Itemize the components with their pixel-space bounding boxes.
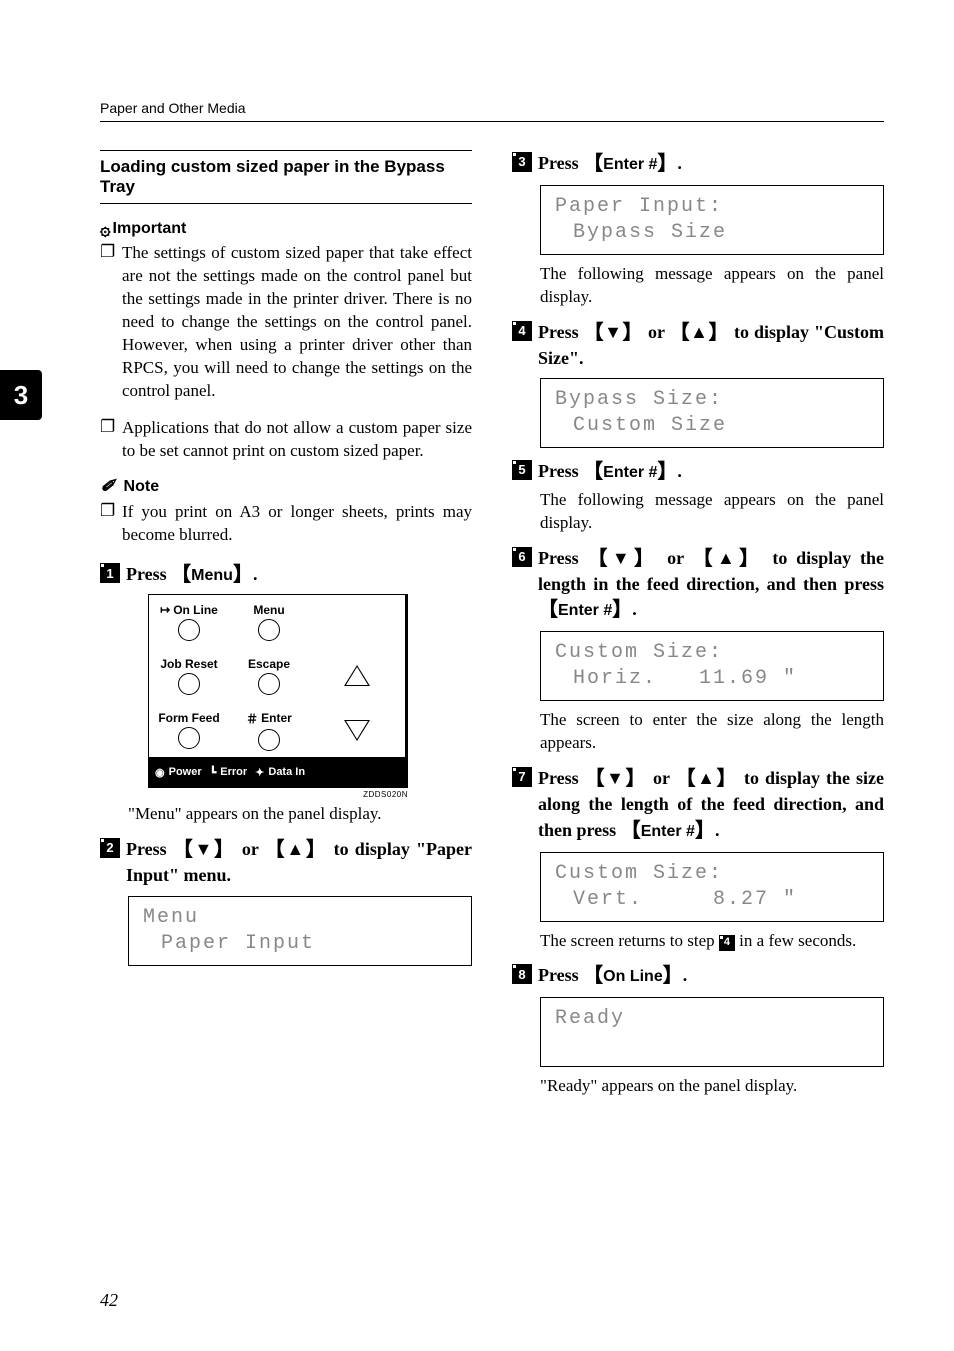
chapter-tab: 3 <box>0 370 42 420</box>
step-1: 1 Press 【Menu】. ↦On Line Menu Job Reset … <box>100 561 472 826</box>
note-label-text: Note <box>124 478 160 496</box>
datain-label: Data In <box>268 766 305 778</box>
online-arrow-icon: ↦ <box>160 603 170 617</box>
hash-icon: ＃ <box>246 710 258 727</box>
lcd-display: Custom Size: Horiz. 11.69 " <box>540 631 884 701</box>
step-number-2: 2 <box>100 838 120 858</box>
important-bullet-1: ❐ The settings of custom sized paper tha… <box>100 242 472 403</box>
up-arrow-icon: ▲ <box>717 548 739 568</box>
lcd-display: Bypass Size: Custom Size <box>540 378 884 448</box>
down-button[interactable] <box>346 721 368 739</box>
step-7-body: The screen returns to step 4 in a few se… <box>540 930 884 953</box>
bullet-icon: ❐ <box>100 417 122 437</box>
up-arrow-icon: ▲ <box>286 839 305 859</box>
right-column: 3 Press 【Enter #】. Paper Input: Bypass S… <box>512 150 884 1108</box>
important-icon: ۞ <box>100 220 111 238</box>
step-5: 5 Press 【Enter #】. The following message… <box>512 458 884 535</box>
enter-button[interactable] <box>258 729 280 751</box>
formfeed-button[interactable] <box>178 727 200 749</box>
up-arrow-icon: ▲ <box>697 768 716 788</box>
menu-button[interactable] <box>258 619 280 641</box>
enter-key: Enter # <box>603 464 657 481</box>
step-3-body: The following message appears on the pan… <box>540 263 884 309</box>
step-6-body: The screen to enter the size along the l… <box>540 709 884 755</box>
step-8-body: "Ready" appears on the panel display. <box>540 1075 884 1098</box>
jobreset-button[interactable] <box>178 673 200 695</box>
running-head: Paper and Other Media <box>100 100 884 122</box>
step-number-3: 3 <box>512 152 532 172</box>
control-panel-figure: ↦On Line Menu Job Reset Escape Form Feed… <box>148 594 472 799</box>
step-number-4: 4 <box>512 321 532 341</box>
down-arrow-icon: ▼ <box>195 839 214 859</box>
step-2: 2 Press 【▼】 or 【▲】 to display "Paper Inp… <box>100 836 472 965</box>
step-6: 6 Press 【▼】 or 【▲】 to display the length… <box>512 545 884 755</box>
bullet-icon: ❐ <box>100 501 122 521</box>
online-key: On Line <box>603 968 663 985</box>
power-label: Power <box>169 766 202 778</box>
online-label: On Line <box>173 603 218 617</box>
important-label-text: Important <box>113 220 187 238</box>
step-3: 3 Press 【Enter #】. Paper Input: Bypass S… <box>512 150 884 309</box>
lcd-display: Menu Paper Input <box>128 896 472 966</box>
step-4: 4 Press 【▼】 or 【▲】 to display "Custom Si… <box>512 319 884 448</box>
figure-code: ZDDS020N <box>148 790 408 799</box>
page-number: 42 <box>100 1290 118 1311</box>
enter-key: Enter # <box>603 156 657 173</box>
enter-key: Enter # <box>558 602 612 619</box>
enter-key: Enter # <box>641 823 695 840</box>
step-8: 8 Press 【On Line】. Ready "Ready" appears… <box>512 962 884 1098</box>
error-icon: ┗ <box>210 766 217 779</box>
important-bullet-2: ❐ Applications that do not allow a custo… <box>100 417 472 463</box>
step-number-6: 6 <box>512 547 532 567</box>
step-7: 7 Press 【▼】 or 【▲】 to display the size a… <box>512 765 884 952</box>
menu-label: Menu <box>253 603 284 617</box>
step-number-8: 8 <box>512 964 532 984</box>
escape-button[interactable] <box>258 673 280 695</box>
step-1-body: "Menu" appears on the panel display. <box>128 803 472 826</box>
online-button[interactable] <box>178 619 200 641</box>
enter-label: Enter <box>261 711 292 725</box>
lcd-display: Ready <box>540 997 884 1067</box>
bullet-icon: ❐ <box>100 242 122 262</box>
menu-key: Menu <box>191 567 233 584</box>
escape-label: Escape <box>248 657 290 671</box>
step-number-7: 7 <box>512 767 532 787</box>
note-heading: ✐ Note <box>100 476 472 497</box>
left-column: Loading custom sized paper in the Bypass… <box>100 150 472 1108</box>
subsection-title: Loading custom sized paper in the Bypass… <box>100 150 472 204</box>
power-icon: ◉ <box>155 766 165 779</box>
step-number-5: 5 <box>512 460 532 480</box>
step-5-body: The following message appears on the pan… <box>540 489 884 535</box>
lcd-display: Custom Size: Vert. 8.27 " <box>540 852 884 922</box>
up-arrow-icon: ▲ <box>690 322 708 342</box>
datain-icon: ✦ <box>255 766 264 779</box>
down-arrow-icon: ▼ <box>606 768 625 788</box>
error-label: Error <box>220 766 247 778</box>
down-arrow-icon: ▼ <box>612 548 634 568</box>
jobreset-label: Job Reset <box>160 657 217 671</box>
step-number-1: 1 <box>100 563 120 583</box>
note-bullet-1: ❐ If you print on A3 or longer sheets, p… <box>100 501 472 547</box>
lcd-display: Paper Input: Bypass Size <box>540 185 884 255</box>
step-ref-icon: 4 <box>719 935 735 951</box>
formfeed-label: Form Feed <box>158 711 219 725</box>
down-arrow-icon: ▼ <box>604 322 622 342</box>
important-heading: ۞Important <box>100 220 472 238</box>
note-icon: ✐ <box>100 476 115 497</box>
up-button[interactable] <box>346 667 368 685</box>
